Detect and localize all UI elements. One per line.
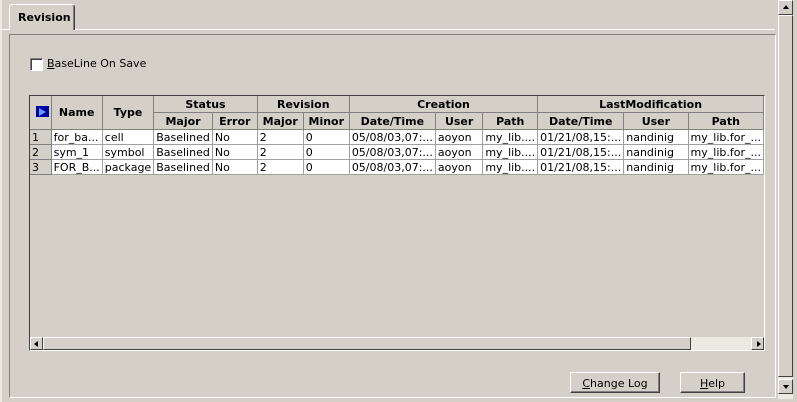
cell-name[interactable]: for_ba... (51, 129, 103, 145)
cell-revision-major[interactable]: 2 (257, 159, 304, 175)
cell-lastmod-path[interactable]: my_lib.for_... (688, 144, 764, 160)
table-row[interactable]: 1 for_ba... cell Baselined No 2 0 05/08/… (30, 129, 764, 145)
cell-revision-minor[interactable]: 0 (303, 144, 350, 160)
scroll-right-button[interactable] (751, 337, 764, 350)
cell-status-error[interactable]: No (212, 144, 258, 160)
header-revision: Revision (257, 96, 350, 113)
header-status-major[interactable]: Major (153, 112, 213, 130)
panel-vertical-scrollbar[interactable] (778, 0, 793, 399)
grid-horizontal-scrollbar[interactable] (30, 337, 764, 350)
cell-lastmod-path[interactable]: my_lib.for_... (688, 159, 764, 175)
cell-creation-user[interactable]: aoyon (435, 129, 484, 145)
select-all-arrow-icon (36, 106, 49, 117)
header-creation-datetime[interactable]: Date/Time (349, 112, 436, 130)
arrow-right-icon (757, 341, 761, 347)
arrow-down-icon (783, 385, 789, 389)
cell-name[interactable]: sym_1 (51, 144, 103, 160)
tab-revision-label: Revision (18, 11, 71, 24)
header-lastmod-user[interactable]: User (623, 112, 689, 130)
help-button[interactable]: Help (680, 372, 745, 393)
row-number[interactable]: 3 (30, 159, 52, 175)
cell-creation-datetime[interactable]: 05/08/03,07:... (349, 129, 436, 145)
header-status-error[interactable]: Error (212, 112, 258, 130)
cell-lastmod-datetime[interactable]: 01/21/08,15:... (537, 159, 625, 175)
vertical-scroll-thumb[interactable] (778, 15, 793, 377)
cell-lastmod-user[interactable]: nandinig (623, 159, 689, 175)
cell-revision-minor[interactable]: 0 (303, 159, 350, 175)
cell-status-error[interactable]: No (212, 159, 258, 175)
baseline-on-save-label[interactable]: BaseLine On Save (47, 57, 146, 70)
baseline-on-save-checkbox[interactable] (30, 58, 43, 71)
horizontal-scroll-thumb[interactable] (43, 337, 691, 350)
cell-revision-major[interactable]: 2 (257, 144, 304, 160)
cell-creation-path[interactable]: my_lib.... (482, 159, 539, 175)
header-creation-user[interactable]: User (435, 112, 484, 130)
cell-status-major[interactable]: Baselined (153, 129, 213, 145)
select-all-corner[interactable] (30, 96, 52, 130)
cell-creation-user[interactable]: aoyon (435, 159, 484, 175)
cell-lastmod-user[interactable]: nandinig (623, 129, 689, 145)
header-name[interactable]: Name (51, 96, 103, 130)
cell-lastmod-user[interactable]: nandinig (623, 144, 689, 160)
header-revision-major[interactable]: Major (257, 112, 304, 130)
arrow-up-icon (783, 5, 789, 9)
cell-status-error[interactable]: No (212, 129, 258, 145)
revision-table: Name Type Status Revision Creation LastM… (30, 96, 764, 175)
cell-revision-major[interactable]: 2 (257, 129, 304, 145)
header-type[interactable]: Type (102, 96, 155, 130)
cell-creation-user[interactable]: aoyon (435, 144, 484, 160)
header-creation-path[interactable]: Path (482, 112, 539, 130)
tab-border (0, 29, 9, 30)
header-lastmod-datetime[interactable]: Date/Time (537, 112, 625, 130)
cell-type[interactable]: cell (102, 129, 155, 145)
cell-status-major[interactable]: Baselined (153, 159, 213, 175)
window-left-edge (0, 0, 2, 402)
cell-creation-path[interactable]: my_lib.... (482, 129, 539, 145)
cell-lastmod-datetime[interactable]: 01/21/08,15:... (537, 144, 625, 160)
arrow-left-icon (34, 341, 38, 347)
cell-lastmod-datetime[interactable]: 01/21/08,15:... (537, 129, 625, 145)
header-last-modification: LastModification (537, 96, 764, 113)
revision-grid: Name Type Status Revision Creation LastM… (29, 95, 765, 351)
tab-border (75, 29, 775, 30)
header-status: Status (153, 96, 258, 113)
cell-creation-datetime[interactable]: 05/08/03,07:... (349, 159, 436, 175)
scroll-left-button[interactable] (30, 337, 43, 350)
row-number[interactable]: 2 (30, 144, 52, 160)
cell-type[interactable]: symbol (102, 144, 155, 160)
table-row[interactable]: 3 FOR_B... package Baselined No 2 0 05/0… (30, 159, 764, 175)
scroll-up-button[interactable] (778, 0, 793, 15)
cell-creation-datetime[interactable]: 05/08/03,07:... (349, 144, 436, 160)
header-lastmod-path[interactable]: Path (688, 112, 764, 130)
cell-status-major[interactable]: Baselined (153, 144, 213, 160)
cell-name[interactable]: FOR_B... (51, 159, 103, 175)
cell-revision-minor[interactable]: 0 (303, 129, 350, 145)
cell-lastmod-path[interactable]: my_lib.for_... (688, 129, 764, 145)
scroll-down-button[interactable] (778, 379, 793, 394)
row-number[interactable]: 1 (30, 129, 52, 145)
cell-type[interactable]: package (102, 159, 155, 175)
header-revision-minor[interactable]: Minor (303, 112, 350, 130)
header-creation: Creation (349, 96, 539, 113)
table-row[interactable]: 2 sym_1 symbol Baselined No 2 0 05/08/03… (30, 144, 764, 160)
tab-revision[interactable]: Revision (9, 4, 75, 30)
change-log-button[interactable]: Change Log (570, 372, 660, 393)
cell-creation-path[interactable]: my_lib.... (482, 144, 539, 160)
